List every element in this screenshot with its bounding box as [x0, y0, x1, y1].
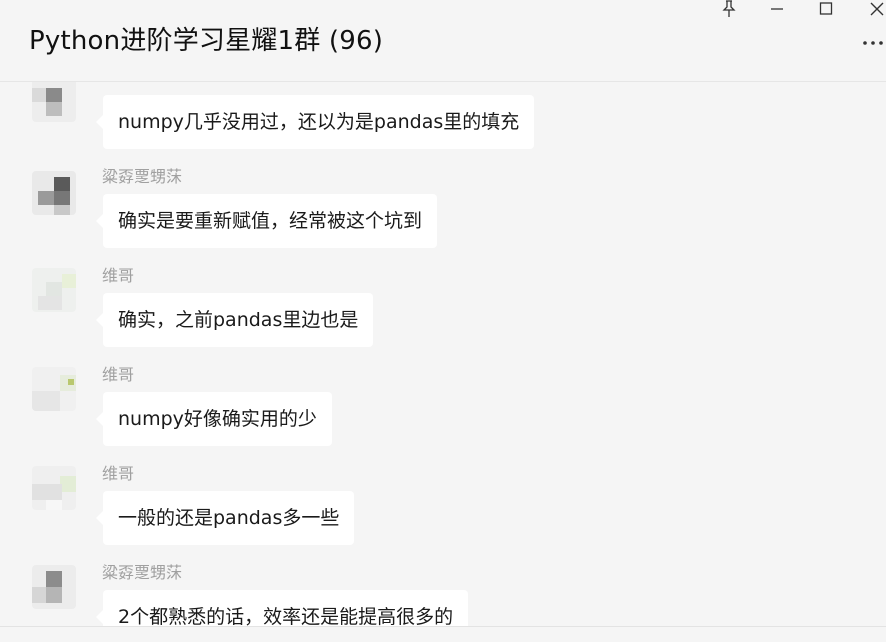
close-icon[interactable]	[864, 0, 886, 20]
more-icon[interactable]	[862, 34, 886, 50]
message-item: 粱孬覂甥莯 确实是要重新赋值，经常被这个坑到	[0, 166, 886, 265]
avatar[interactable]	[32, 171, 76, 215]
message-bubble[interactable]: 确实是要重新赋值，经常被这个坑到	[95, 194, 438, 248]
sender-name: 粱孬覂甥莯	[102, 563, 183, 582]
pin-icon-svg	[722, 0, 736, 17]
more-icon-svg	[863, 41, 883, 45]
minimize-icon-svg	[771, 8, 783, 10]
chat-title: Python进阶学习星耀1群 (96)	[29, 26, 384, 56]
message-bubble[interactable]: 2个都熟悉的话，效率还是能提高很多的	[95, 590, 469, 626]
message-bubble[interactable]: 确实，之前pandas里边也是	[95, 293, 374, 347]
message-list[interactable]: numpy几乎没用过，还以为是pandas里的填充 粱孬覂甥莯 确实是要重新赋值…	[0, 82, 886, 626]
message-item: 粱孬覂甥莯 2个都熟悉的话，效率还是能提高很多的	[0, 562, 886, 626]
sender-name: 维哥	[102, 365, 135, 384]
message-item: numpy几乎没用过，还以为是pandas里的填充	[0, 82, 886, 167]
chat-header: Python进阶学习星耀1群 (96)	[0, 0, 886, 82]
avatar[interactable]	[32, 565, 76, 609]
sender-name: 维哥	[102, 464, 135, 483]
close-icon-svg	[870, 2, 884, 16]
maximize-icon-svg	[819, 2, 833, 15]
minimize-icon[interactable]	[764, 0, 790, 20]
avatar[interactable]	[32, 268, 76, 312]
message-item: 维哥 确实，之前pandas里边也是	[0, 265, 886, 364]
message-bubble[interactable]: numpy几乎没用过，还以为是pandas里的填充	[95, 95, 535, 149]
message-item: 维哥 numpy好像确实用的少	[0, 364, 886, 463]
message-bubble[interactable]: 一般的还是pandas多一些	[95, 491, 355, 545]
avatar[interactable]	[32, 466, 76, 510]
input-divider	[0, 626, 886, 642]
message-item: 维哥 一般的还是pandas多一些	[0, 463, 886, 562]
message-bubble[interactable]: numpy好像确实用的少	[96, 392, 332, 446]
avatar[interactable]	[32, 82, 76, 122]
pin-icon[interactable]	[716, 0, 742, 20]
avatar[interactable]	[32, 367, 76, 411]
sender-name: 维哥	[102, 266, 135, 285]
sender-name: 粱孬覂甥莯	[102, 167, 183, 186]
maximize-icon[interactable]	[813, 0, 839, 20]
